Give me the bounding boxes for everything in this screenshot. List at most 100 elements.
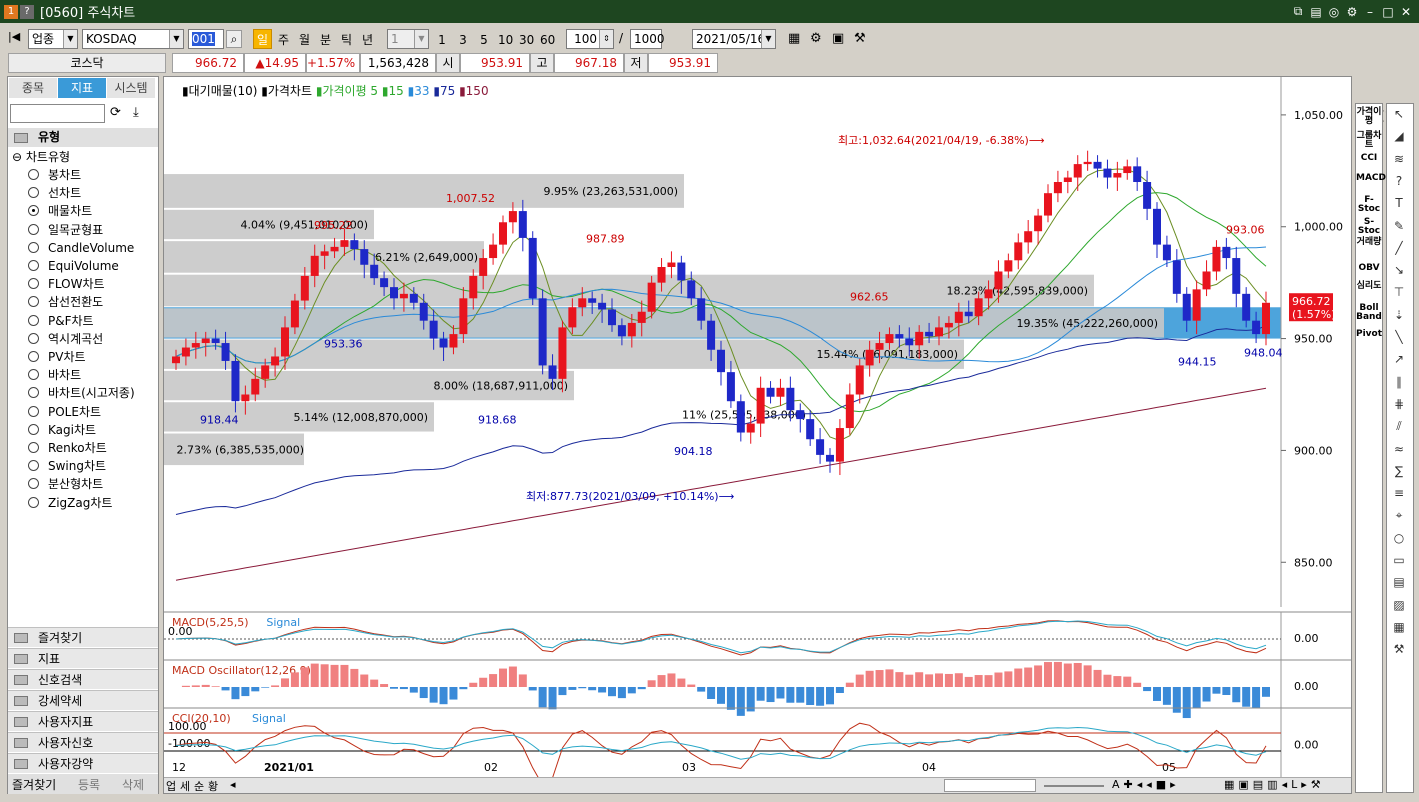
draw-tool-icon[interactable]: ∥ xyxy=(1390,375,1408,389)
radio-icon[interactable] xyxy=(28,460,39,472)
shortcut-6[interactable]: 거래량 xyxy=(1356,238,1382,247)
tab-favorites[interactable]: 즐겨찾기 xyxy=(12,776,56,793)
legend-price[interactable]: ▮가격차트 xyxy=(261,84,312,98)
section-3[interactable]: 강세약세 xyxy=(8,690,158,710)
tools-icon[interactable]: ⚒ xyxy=(854,31,866,46)
shortcut-10[interactable]: Pivot xyxy=(1356,330,1382,339)
market-select[interactable]: 업종 ▼ xyxy=(28,29,78,49)
period-day[interactable]: 일 xyxy=(253,29,273,49)
shortcut-2[interactable]: CCI xyxy=(1356,154,1382,163)
print-icon[interactable]: ▤ xyxy=(1307,5,1325,19)
draw-tool-icon[interactable]: ? xyxy=(1390,174,1408,188)
draw-tool-icon[interactable]: ≈ xyxy=(1390,442,1408,456)
draw-tool-icon[interactable]: ▤ xyxy=(1390,575,1408,589)
zoom-tools-icon[interactable]: A✚◂◂■▸ xyxy=(1112,778,1180,791)
shortcut-0[interactable]: 가격이평 xyxy=(1356,108,1382,126)
draw-tool-icon[interactable]: ↖ xyxy=(1390,107,1408,121)
minimize-icon[interactable]: – xyxy=(1361,5,1379,19)
radio-icon[interactable] xyxy=(28,478,39,490)
chart-area[interactable]: 9.95% (23,263,531,000) 4.04% (9,451,010,0… xyxy=(163,76,1352,794)
shortcut-5[interactable]: S-Stoc xyxy=(1356,218,1382,236)
chart-type-item[interactable]: POLE차트 xyxy=(28,403,101,421)
status-up[interactable]: 업 xyxy=(166,778,176,794)
draw-tool-icon[interactable]: ⚒ xyxy=(1390,642,1408,656)
quick-60[interactable]: 60 xyxy=(536,29,559,49)
period-tick[interactable]: 틱 xyxy=(337,29,356,49)
radio-icon[interactable] xyxy=(28,241,39,253)
radio-icon[interactable] xyxy=(28,169,39,180)
radio-icon[interactable] xyxy=(28,314,39,326)
chart-type-item[interactable]: 봉차트 xyxy=(28,166,81,184)
draw-tool-icon[interactable]: ○ xyxy=(1390,531,1408,545)
draw-tool-icon[interactable]: ↘ xyxy=(1390,263,1408,277)
count-stepper[interactable]: 100 ⇕ xyxy=(566,29,614,49)
radio-icon[interactable] xyxy=(28,387,39,399)
radio-icon[interactable] xyxy=(28,442,39,453)
legend-ma150[interactable]: ▮150 xyxy=(459,84,489,98)
legend-ma5[interactable]: ▮가격이평 5 xyxy=(316,84,378,98)
chart-type-item[interactable]: 바차트 xyxy=(28,366,81,384)
shortcut-9[interactable]: Boll Band xyxy=(1356,304,1382,322)
legend-ma75[interactable]: ▮75 xyxy=(433,84,455,98)
chart-type-item[interactable]: EquiVolume xyxy=(28,257,119,275)
chart-type-item[interactable]: 바차트(시고저종) xyxy=(28,384,135,402)
draw-tool-icon[interactable]: ⊤ xyxy=(1390,285,1408,299)
radio-icon[interactable] xyxy=(28,405,39,417)
draw-tool-icon[interactable]: ▦ xyxy=(1390,620,1408,634)
chart-type-item[interactable]: Swing차트 xyxy=(28,457,106,475)
draw-tool-icon[interactable]: ⌖ xyxy=(1390,508,1408,522)
radio-icon[interactable] xyxy=(28,332,39,344)
shortcut-8[interactable]: 심리도 xyxy=(1356,282,1382,291)
period-year[interactable]: 년 xyxy=(358,29,377,49)
close-icon[interactable]: ✕ xyxy=(1397,5,1415,19)
chart-type-item[interactable]: 매물차트 xyxy=(28,202,92,220)
quick-10[interactable]: 10 xyxy=(494,29,517,49)
period-minute[interactable]: 분 xyxy=(316,29,335,49)
draw-tool-icon[interactable]: ╱ xyxy=(1390,241,1408,255)
chart-svg[interactable]: 9.95% (23,263,531,000)4.04% (9,451,010,0… xyxy=(164,77,1351,793)
radio-icon[interactable] xyxy=(28,223,39,235)
period-week[interactable]: 주 xyxy=(274,29,293,49)
tab-stocks[interactable]: 종목 xyxy=(9,78,57,98)
shortcut-4[interactable]: F-Stoc xyxy=(1356,196,1382,214)
group-chart-type[interactable]: ⊖ 차트유형 xyxy=(12,148,70,166)
draw-tool-icon[interactable]: ≋ xyxy=(1390,152,1408,166)
quick-5[interactable]: 5 xyxy=(475,29,493,49)
chart-type-item[interactable]: 분산형차트 xyxy=(28,475,103,493)
section-6[interactable]: 사용자강약 xyxy=(8,753,158,773)
interval-select[interactable]: 1 ▼ xyxy=(387,29,429,49)
horizontal-scrollbar[interactable] xyxy=(944,779,1036,792)
camera-icon[interactable]: ◎ xyxy=(1325,5,1343,19)
radio-icon[interactable] xyxy=(28,423,39,435)
quick-30[interactable]: 30 xyxy=(515,29,538,49)
draw-tool-icon[interactable]: ↗ xyxy=(1390,352,1408,366)
shortcut-3[interactable]: MACD xyxy=(1356,174,1386,183)
draw-tool-icon[interactable]: ∑ xyxy=(1390,464,1408,478)
section-2[interactable]: 신호검색 xyxy=(8,669,158,689)
status-order[interactable]: 순 xyxy=(194,778,204,794)
chart-type-item[interactable]: 선차트 xyxy=(28,184,81,202)
refresh-icon[interactable]: ⟳ xyxy=(110,105,121,120)
draw-tool-icon[interactable]: ╲ xyxy=(1390,330,1408,344)
back-icon[interactable]: |◀ xyxy=(8,30,20,43)
section-0[interactable]: 즐겨찾기 xyxy=(8,627,158,647)
radio-icon[interactable] xyxy=(28,260,39,271)
chart-type-item[interactable]: 일목균형표 xyxy=(28,221,103,239)
chart-type-item[interactable]: 삼선전환도 xyxy=(28,293,103,311)
tab-system[interactable]: 시스템 xyxy=(107,78,155,98)
date-select[interactable]: 2021/05/16 ▼ xyxy=(692,29,776,49)
period-month[interactable]: 월 xyxy=(295,29,314,49)
shortcut-7[interactable]: OBV xyxy=(1356,264,1382,273)
draw-tool-icon[interactable]: ✎ xyxy=(1390,219,1408,233)
radio-icon[interactable] xyxy=(28,278,39,290)
download-icon[interactable]: ⤓ xyxy=(133,105,139,120)
draw-tool-icon[interactable]: ▭ xyxy=(1390,553,1408,567)
help-icon[interactable]: ? xyxy=(20,4,34,19)
quick-3[interactable]: 3 xyxy=(454,29,472,49)
tab-delete[interactable]: 삭제 xyxy=(122,776,144,793)
legend-ma33[interactable]: ▮33 xyxy=(408,84,430,98)
symbol-select[interactable]: KOSDAQ ▼ xyxy=(82,29,184,49)
draw-tool-icon[interactable]: T xyxy=(1390,196,1408,210)
chart-type-item[interactable]: FLOW차트 xyxy=(28,275,105,293)
legend-volume-profile[interactable]: ▮대기매물(10) xyxy=(182,84,257,98)
